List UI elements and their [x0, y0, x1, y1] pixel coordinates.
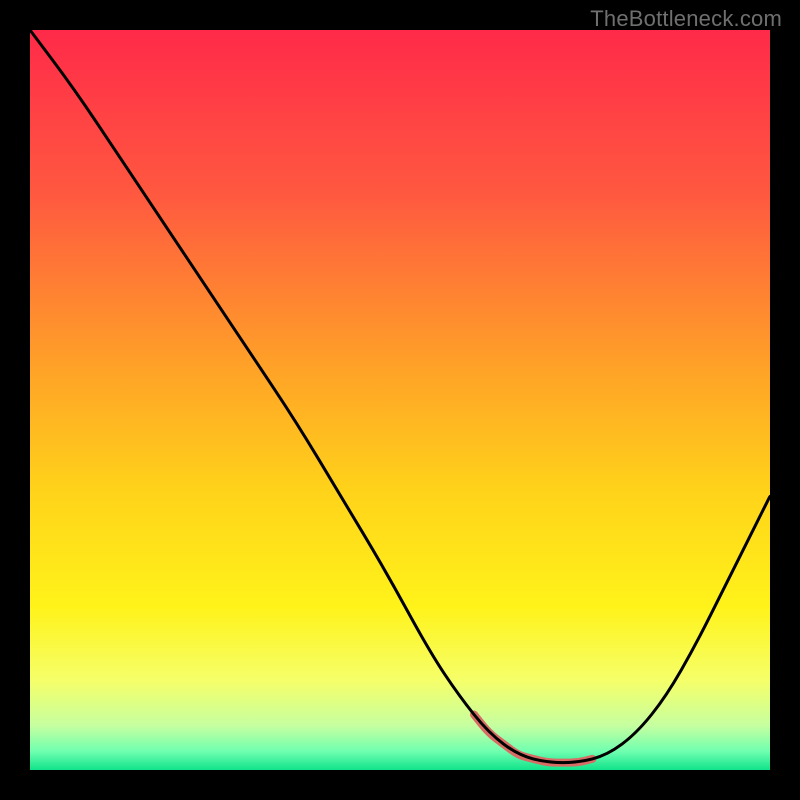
- chart-svg: [30, 30, 770, 770]
- plot-area: [30, 30, 770, 770]
- watermark-text: TheBottleneck.com: [590, 6, 782, 32]
- gradient-background: [30, 30, 770, 770]
- chart-frame: TheBottleneck.com: [0, 0, 800, 800]
